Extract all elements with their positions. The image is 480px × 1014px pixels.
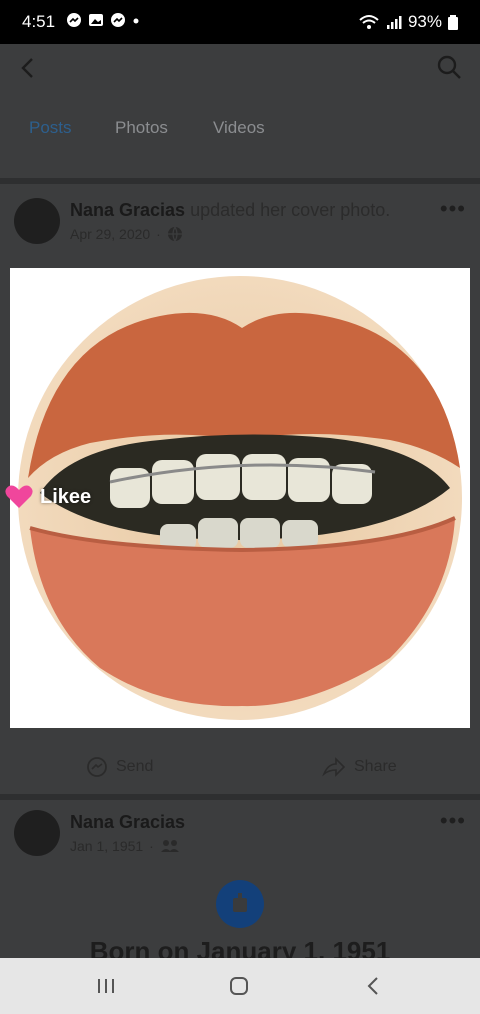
messenger-icon [87, 757, 107, 777]
back-icon[interactable] [362, 974, 386, 998]
battery-icon [448, 15, 458, 30]
share-button[interactable]: Share [322, 756, 397, 778]
recent-apps-icon[interactable] [94, 974, 118, 998]
post-action-text: updated her cover photo. [190, 200, 391, 220]
send-button[interactable]: Send [86, 756, 153, 778]
system-navigation-bar [0, 958, 480, 1014]
post-more-options-icon[interactable]: ••• [440, 196, 466, 222]
status-bar: 4:51 93% [0, 0, 480, 44]
top-app-bar [0, 44, 480, 106]
dot-icon [133, 18, 139, 24]
status-time: 4:51 [22, 12, 56, 31]
notification-icons [66, 12, 140, 28]
likee-heart-icon [5, 485, 33, 508]
battery-percent: 93% [407, 12, 442, 31]
post-author-name[interactable]: Nana Gracias [70, 200, 185, 220]
avatar[interactable] [14, 810, 60, 856]
home-icon[interactable] [227, 974, 251, 998]
life-event-header: Nana Gracias Jan 1, 1951 · ••• [0, 800, 480, 880]
life-event-date[interactable]: Jan 1, 1951 [70, 838, 143, 854]
signal-icon [386, 16, 402, 29]
wifi-icon [359, 15, 379, 29]
tab-videos[interactable]: Videos [213, 118, 265, 138]
globe-icon [167, 226, 182, 242]
profile-tabs: Posts Photos Videos [0, 106, 480, 166]
likee-watermark: Likee [4, 484, 91, 510]
birthday-cake-icon [216, 880, 264, 928]
share-label: Share [354, 758, 397, 775]
avatar[interactable] [14, 198, 60, 244]
share-arrow-icon [322, 757, 346, 777]
tab-photos[interactable]: Photos [115, 118, 168, 138]
back-arrow-icon[interactable] [16, 56, 40, 80]
likee-label: Likee [40, 485, 92, 508]
friends-icon [160, 840, 179, 852]
life-event-more-icon[interactable]: ••• [440, 808, 466, 834]
send-label: Send [116, 758, 154, 775]
divider [0, 178, 480, 184]
post-meta: Apr 29, 2020 · [70, 226, 183, 242]
tab-posts[interactable]: Posts [29, 118, 72, 138]
life-event-meta: Jan 1, 1951 · [70, 838, 180, 854]
life-event-author[interactable]: Nana Gracias [70, 812, 185, 833]
search-icon[interactable] [436, 54, 462, 80]
messenger-icon [67, 13, 81, 27]
gallery-icon [89, 14, 103, 26]
post-actions: Send Share [0, 738, 480, 794]
post-author-line: Nana Gracias updated her cover photo. [70, 200, 390, 221]
post-date[interactable]: Apr 29, 2020 [70, 226, 150, 242]
messenger-icon [111, 13, 125, 27]
post-header: Nana Gracias updated her cover photo. Ap… [0, 186, 480, 266]
